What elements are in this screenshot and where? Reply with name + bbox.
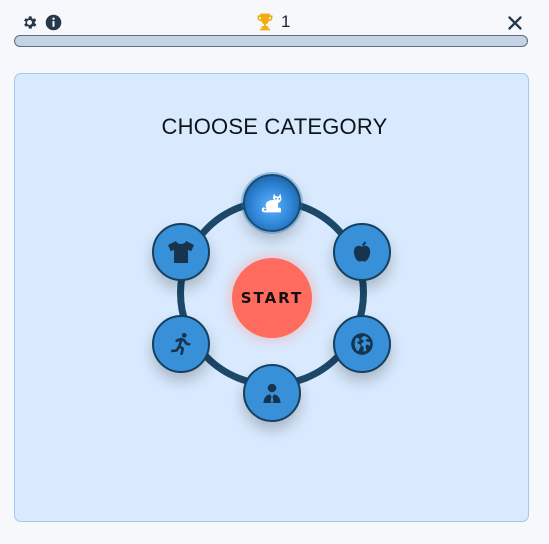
start-label: START (240, 289, 304, 307)
category-people-button[interactable] (243, 364, 301, 422)
category-food-button[interactable] (333, 223, 391, 281)
category-animals-button[interactable] (243, 174, 301, 232)
score-count: 1 (281, 12, 291, 31)
category-geography-button[interactable] (333, 315, 391, 373)
apple-icon (353, 241, 371, 262)
score-display: 1 (255, 11, 290, 33)
close-icon[interactable] (506, 14, 524, 32)
progress-bar (14, 35, 528, 47)
globe-icon (351, 333, 373, 355)
cat-icon (261, 193, 282, 213)
tshirt-icon (168, 241, 194, 263)
gear-icon[interactable] (21, 14, 38, 31)
person-icon (263, 383, 281, 403)
category-fashion-button[interactable] (152, 223, 210, 281)
info-icon[interactable] (45, 14, 62, 31)
category-sports-button[interactable] (152, 315, 210, 373)
trophy-icon (255, 12, 275, 32)
top-bar: 1 (0, 0, 549, 36)
start-button[interactable]: START (232, 258, 312, 338)
page-title: CHOOSE CATEGORY (161, 114, 388, 139)
running-icon (171, 332, 191, 356)
